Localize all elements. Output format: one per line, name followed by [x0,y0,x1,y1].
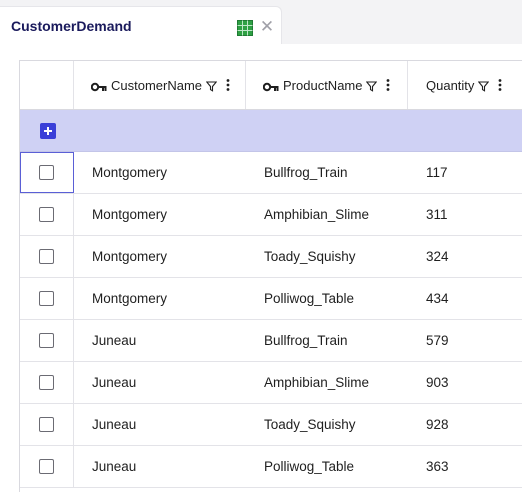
row-select-cell[interactable] [20,278,74,319]
cell-productname[interactable]: Bullfrog_Train [264,320,348,361]
cell-customername[interactable]: Juneau [92,362,136,403]
cell-productname[interactable]: Polliwog_Table [264,278,354,319]
row-select-cell[interactable] [20,446,74,487]
table-row[interactable]: Montgomery Amphibian_Slime 311 [20,194,522,236]
cell-customername[interactable]: Montgomery [92,152,167,193]
row-checkbox[interactable] [39,333,54,348]
table-row[interactable]: Montgomery Polliwog_Table 434 [20,278,522,320]
cell-customername[interactable]: Juneau [92,320,136,361]
row-checkbox[interactable] [39,417,54,432]
cell-productname[interactable]: Toady_Squishy [264,404,356,445]
row-checkbox[interactable] [39,207,54,222]
column-label: CustomerName [111,77,203,93]
cell-customername[interactable]: Montgomery [92,278,167,319]
cell-quantity[interactable]: 903 [426,362,449,403]
column-menu-icon[interactable] [226,79,230,91]
cell-quantity[interactable]: 363 [426,446,449,487]
cell-quantity[interactable]: 928 [426,404,449,445]
cell-quantity[interactable]: 117 [426,152,448,193]
row-checkbox[interactable] [39,165,54,180]
row-checkbox[interactable] [39,375,54,390]
tab-title: CustomerDemand [11,18,132,34]
row-checkbox[interactable] [39,291,54,306]
row-select-cell[interactable] [20,320,74,361]
tab-bar: CustomerDemand ✕ [0,0,522,44]
cell-quantity[interactable]: 324 [426,236,449,277]
table-grid-icon [237,20,253,36]
table-row[interactable]: Juneau Amphibian_Slime 903 [20,362,522,404]
key-icon [90,80,107,92]
table-row[interactable]: Montgomery Bullfrog_Train 117 [20,152,522,194]
table-row[interactable]: Juneau Polliwog_Table 363 [20,446,522,488]
column-menu-icon[interactable] [386,79,390,91]
table-row[interactable]: Juneau Bullfrog_Train 579 [20,320,522,362]
filter-icon[interactable] [366,80,378,92]
cell-customername[interactable]: Montgomery [92,194,167,235]
column-header-customername[interactable]: CustomerName [74,61,246,109]
column-header-productname[interactable]: ProductName [246,61,408,109]
cell-quantity[interactable]: 311 [426,194,448,235]
row-checkbox[interactable] [39,459,54,474]
table-row[interactable]: Montgomery Toady_Squishy 324 [20,236,522,278]
add-row-icon[interactable] [40,123,56,139]
data-grid: CustomerName ProductName Quantity Montgo… [19,60,522,492]
cell-quantity[interactable]: 579 [426,320,449,361]
cell-productname[interactable]: Bullfrog_Train [264,152,348,193]
table-editor: CustomerName ProductName Quantity Montgo… [0,44,522,492]
column-header-quantity[interactable]: Quantity [408,61,522,109]
column-label: ProductName [283,77,363,93]
add-row-bar [20,110,522,152]
cell-customername[interactable]: Juneau [92,446,136,487]
cell-customername[interactable]: Juneau [92,404,136,445]
table-row[interactable]: Juneau Toady_Squishy 928 [20,404,522,446]
filter-icon[interactable] [205,80,218,92]
cell-quantity[interactable]: 434 [426,278,449,319]
column-menu-icon[interactable] [498,79,502,91]
row-select-cell[interactable] [20,362,74,403]
close-icon[interactable]: ✕ [259,18,275,35]
key-icon [262,80,279,92]
header-row: CustomerName ProductName Quantity [20,61,522,110]
row-checkbox[interactable] [39,249,54,264]
column-label: Quantity [426,77,475,93]
cell-productname[interactable]: Toady_Squishy [264,236,356,277]
row-select-cell[interactable] [20,404,74,445]
cell-productname[interactable]: Amphibian_Slime [264,362,369,403]
row-select-cell[interactable] [20,194,74,235]
cell-productname[interactable]: Amphibian_Slime [264,194,369,235]
cell-customername[interactable]: Montgomery [92,236,167,277]
tab-customer-demand[interactable]: CustomerDemand ✕ [0,6,282,44]
cell-productname[interactable]: Polliwog_Table [264,446,354,487]
select-all-header[interactable] [20,61,74,109]
row-select-cell[interactable] [20,236,74,277]
row-select-cell[interactable] [20,152,74,193]
filter-icon[interactable] [478,80,490,92]
table-body: Montgomery Bullfrog_Train 117 Montgomery… [20,152,522,488]
